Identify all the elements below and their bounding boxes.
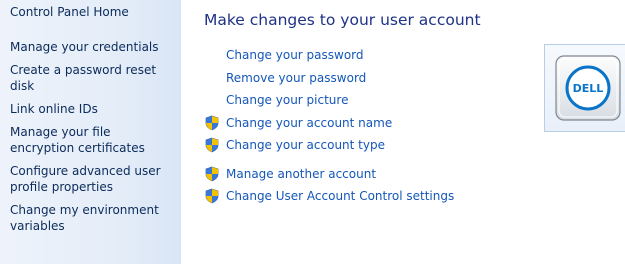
main-content: Make changes to your user account Change… (204, 10, 534, 210)
left-navigation-pane: Control Panel Home Manage your credentia… (0, 0, 181, 264)
sidebar-link-manage-credentials[interactable]: Manage your credentials (10, 39, 175, 55)
sidebar-link-profile-properties[interactable]: Configure advanced user profile properti… (10, 163, 175, 195)
change-account-name-link[interactable]: Change your account name (204, 114, 534, 137)
change-password-link[interactable]: Change your password (204, 46, 534, 69)
remove-password-label[interactable]: Remove your password (226, 71, 366, 85)
manage-another-account-link[interactable]: Manage another account (204, 165, 534, 188)
uac-shield-icon (205, 166, 219, 181)
change-account-type-link[interactable]: Change your account type (204, 136, 534, 159)
uac-settings-link[interactable]: Change User Account Control settings (204, 187, 534, 210)
change-picture-label[interactable]: Change your picture (226, 93, 348, 107)
sidebar-link-encryption-certificates[interactable]: Manage your file encryption certificates (10, 124, 175, 156)
change-account-type-label[interactable]: Change your account type (226, 138, 385, 152)
dell-logo-text: DELL (573, 82, 604, 95)
sidebar-link-password-reset-disk[interactable]: Create a password reset disk (10, 62, 175, 94)
sidebar-link-online-ids[interactable]: Link online IDs (10, 101, 175, 117)
dell-logo-icon: DELL (555, 55, 621, 121)
change-account-name-label[interactable]: Change your account name (226, 116, 392, 130)
uac-settings-label[interactable]: Change User Account Control settings (226, 189, 454, 203)
page-title: Make changes to your user account (204, 11, 481, 29)
uac-shield-icon (205, 188, 219, 204)
sidebar-link-environment-variables[interactable]: Change my environment variables (10, 202, 175, 234)
account-picture-frame: DELL (544, 44, 625, 132)
change-password-label[interactable]: Change your password (226, 48, 364, 62)
remove-password-link[interactable]: Remove your password (204, 69, 534, 92)
uac-shield-icon (205, 115, 219, 130)
control-panel-home-link[interactable]: Control Panel Home (10, 5, 181, 20)
uac-shield-icon (205, 137, 219, 153)
change-picture-link[interactable]: Change your picture (204, 91, 534, 114)
manage-another-account-label[interactable]: Manage another account (226, 167, 376, 181)
